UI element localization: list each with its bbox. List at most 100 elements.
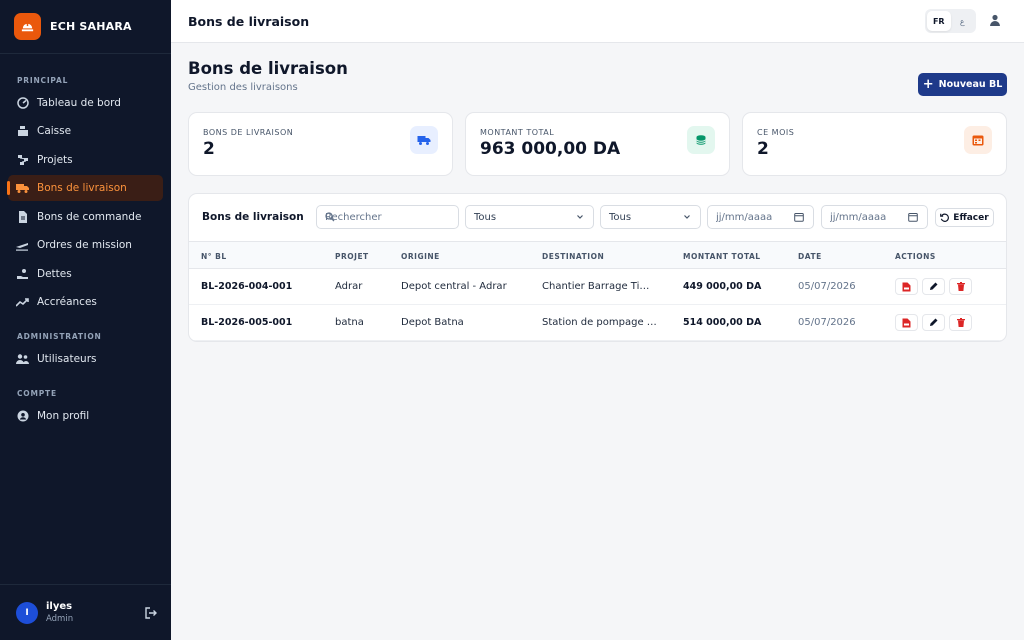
new-bl-button[interactable]: + Nouveau BL (918, 73, 1007, 96)
cell-destination: Chantier Barrage Timimoun (542, 281, 659, 292)
sidebar-item-label: Utilisateurs (37, 353, 97, 365)
sidebar-item-label: Projets (37, 154, 73, 166)
sidebar-item-projets[interactable]: Projets (8, 147, 163, 173)
sidebar-item-label: Bons de livraison (37, 182, 127, 194)
brand[interactable]: ECH SAHARA (0, 0, 171, 54)
users-icon (16, 353, 29, 366)
col-num-bl[interactable]: N° BL (201, 252, 227, 261)
cell-origine: Depot Batna (401, 317, 464, 328)
filter-2-value: Tous (609, 211, 632, 223)
lang-fr[interactable]: FR (927, 11, 951, 31)
date-from-field[interactable] (707, 205, 814, 229)
user-circle-icon (16, 410, 29, 423)
filter-1-value: Tous (474, 211, 497, 223)
delete-icon[interactable] (949, 278, 972, 295)
brand-name: ECH SAHARA (50, 20, 132, 33)
sidebar: ECH SAHARA PRINCIPAL Tableau de bord Cai… (0, 0, 171, 640)
section-label-compte: COMPTE (17, 389, 57, 398)
col-destination[interactable]: DESTINATION (542, 252, 604, 261)
helmet-icon (14, 13, 41, 40)
edit-icon[interactable] (922, 314, 945, 331)
sidebar-item-ordres-de-mission[interactable]: Ordres de mission (8, 232, 163, 258)
stat-value: 963 000,00 DA (480, 139, 621, 159)
sidebar-item-bons-de-commande[interactable]: Bons de commande (8, 204, 163, 230)
page-subtitle: Gestion des livraisons (188, 82, 298, 93)
cell-montant: 449 000,00 DA (683, 281, 762, 292)
clear-filters-button[interactable]: Effacer (935, 208, 994, 227)
trend-up-icon (16, 296, 29, 309)
cell-montant: 514 000,00 DA (683, 317, 762, 328)
table-header: N° BL PROJET ORIGINE DESTINATION MONTANT… (189, 241, 1006, 269)
coins-icon (687, 126, 715, 154)
delivery-notes-panel: Bons de livraison Tous Tous Effacer N° B… (188, 193, 1007, 342)
filter-select-2[interactable]: Tous (600, 205, 701, 229)
stat-value: 2 (757, 139, 769, 159)
stat-card-montant: MONTANT TOTAL 963 000,00 DA (465, 112, 730, 176)
sidebar-item-tableau-de-bord[interactable]: Tableau de bord (8, 90, 163, 116)
projects-icon (16, 154, 29, 167)
section-label-administration: ADMINISTRATION (17, 332, 102, 341)
cell-projet: batna (335, 317, 364, 328)
new-bl-label: Nouveau BL (938, 79, 1003, 90)
lang-ar[interactable]: ع (951, 11, 975, 31)
cash-register-icon (16, 125, 29, 138)
sidebar-item-label: Ordres de mission (37, 239, 132, 251)
edit-icon[interactable] (922, 278, 945, 295)
user-role: Admin (46, 614, 74, 624)
panel-title: Bons de livraison (202, 211, 304, 223)
sidebar-item-accreances[interactable]: Accréances (8, 289, 163, 315)
stat-value: 2 (203, 139, 215, 159)
col-montant[interactable]: MONTANT TOTAL (683, 252, 761, 261)
cell-date: 05/07/2026 (798, 281, 856, 292)
col-date[interactable]: DATE (798, 252, 822, 261)
sidebar-item-dettes[interactable]: Dettes (8, 261, 163, 287)
cell-date: 05/07/2026 (798, 317, 856, 328)
sidebar-item-label: Dettes (37, 268, 72, 280)
dashboard-icon (16, 97, 29, 110)
sidebar-item-utilisateurs[interactable]: Utilisateurs (8, 346, 163, 372)
sidebar-item-label: Bons de commande (37, 211, 142, 223)
avatar: I (16, 601, 38, 624)
reset-icon (940, 213, 950, 222)
pdf-icon[interactable] (895, 314, 918, 331)
cell-num: BL-2026-005-001 (201, 317, 293, 328)
sidebar-item-mon-profil[interactable]: Mon profil (8, 403, 163, 429)
sidebar-item-caisse[interactable]: Caisse (8, 118, 163, 144)
language-switcher[interactable]: FR ع (925, 9, 976, 33)
stat-label: CE MOIS (757, 128, 795, 137)
col-actions: ACTIONS (895, 252, 936, 261)
sidebar-item-label: Tableau de bord (37, 97, 121, 109)
search-field[interactable] (316, 205, 459, 229)
table-row[interactable]: BL-2026-005-001 batna Depot Batna Statio… (189, 305, 1006, 341)
sidebar-item-label: Caisse (37, 125, 72, 137)
filter-select-1[interactable]: Tous (465, 205, 594, 229)
chevron-down-icon (576, 213, 584, 221)
page-title: Bons de livraison (188, 59, 348, 78)
section-label-principal: PRINCIPAL (17, 76, 69, 85)
user-menu-icon[interactable] (989, 14, 1002, 27)
date-to-field[interactable] (821, 205, 928, 229)
sidebar-item-label: Accréances (37, 296, 97, 308)
sidebar-item-bons-de-livraison[interactable]: Bons de livraison (7, 175, 163, 201)
col-projet[interactable]: PROJET (335, 252, 369, 261)
cell-num: BL-2026-004-001 (201, 281, 293, 292)
hand-money-icon (16, 268, 29, 281)
plane-icon (16, 239, 29, 252)
search-input[interactable] (325, 211, 458, 223)
search-icon (325, 212, 335, 225)
stat-card-bons: BONS DE LIVRAISON 2 (188, 112, 453, 176)
col-origine[interactable]: ORIGINE (401, 252, 440, 261)
cell-origine: Depot central - Adrar (401, 281, 507, 292)
topbar: Bons de livraison FR ع (171, 0, 1024, 43)
calendar-icon[interactable] (908, 212, 918, 222)
table-row[interactable]: BL-2026-004-001 Adrar Depot central - Ad… (189, 269, 1006, 305)
clear-label: Effacer (953, 212, 989, 223)
calendar-icon[interactable] (794, 212, 804, 222)
topbar-title: Bons de livraison (188, 13, 310, 29)
cell-destination: Station de pompage - Batna (542, 317, 659, 328)
logout-icon[interactable] (145, 607, 157, 619)
delete-icon[interactable] (949, 314, 972, 331)
stat-label: BONS DE LIVRAISON (203, 128, 294, 137)
pdf-icon[interactable] (895, 278, 918, 295)
document-icon (16, 211, 29, 224)
